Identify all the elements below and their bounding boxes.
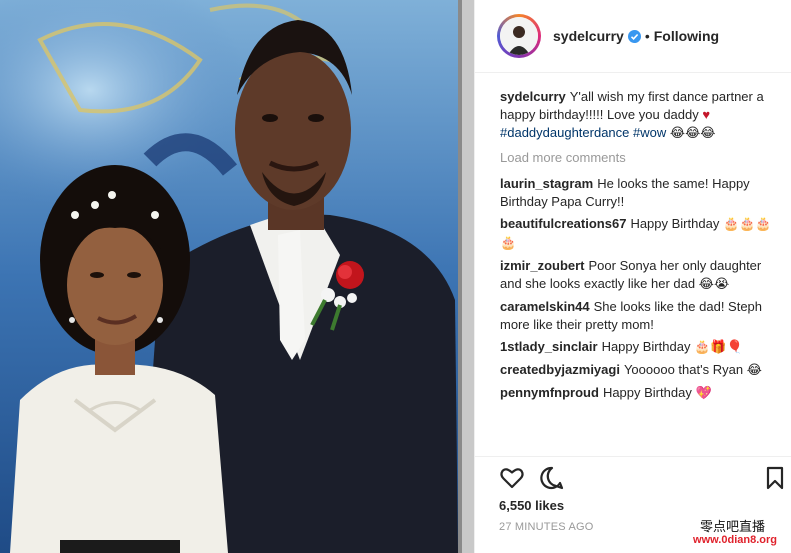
verified-badge-icon xyxy=(627,29,641,43)
caption-hashtags[interactable]: #daddydaughterdance #wow xyxy=(500,125,666,140)
comment-text: Happy Birthday xyxy=(601,339,691,354)
comment-text: Yoooooo that's Ryan xyxy=(623,362,744,377)
comment-emoji: 💖 xyxy=(695,386,712,401)
list-item: caramelskin44 She looks like the dad! Ste… xyxy=(500,298,778,334)
header-separator: • xyxy=(644,28,650,44)
caption: sydelcurry Y'all wish my first dance part… xyxy=(500,88,778,143)
comment-username[interactable]: 1stlady_sinclair xyxy=(500,339,598,354)
watermark-chinese-text: 零点吧直播 xyxy=(699,520,765,535)
following-button[interactable]: Following xyxy=(654,28,719,44)
post-side-panel: sydelcurry • Following sydelcurry Y'all w… xyxy=(474,0,791,553)
comment-username[interactable]: caramelskin44 xyxy=(500,299,590,314)
comment-emoji: 🎂🎁🎈 xyxy=(694,340,743,355)
post-header: sydelcurry • Following xyxy=(475,0,791,73)
list-item: beautifulcreations67 Happy Birthday 🎂🎂🎂🎂 xyxy=(500,215,778,253)
list-item: laurin_stagram He looks the same! Happy B… xyxy=(500,175,778,211)
caption-username[interactable]: sydelcurry xyxy=(500,89,566,104)
list-item: 1stlady_sinclair Happy Birthday 🎂🎁🎈 xyxy=(500,338,778,357)
post-photo-illustration xyxy=(0,0,474,553)
comment-username[interactable]: pennymfnproud xyxy=(500,385,599,400)
comment-username[interactable]: izmir_zoubert xyxy=(500,258,585,273)
comment-text: Happy Birthday xyxy=(630,216,720,231)
list-item: createdbyjazmiyagi Yoooooo that's Ryan 😂 xyxy=(500,361,778,380)
comment-emoji: 😂😭 xyxy=(698,277,730,292)
list-item: pennymfnproud Happy Birthday 💖 xyxy=(500,384,778,403)
comment-username[interactable]: beautifulcreations67 xyxy=(500,216,626,231)
heart-outline-icon[interactable] xyxy=(499,465,525,491)
comment-text: Happy Birthday xyxy=(602,385,692,400)
likes-count[interactable]: 6,550 likes xyxy=(499,498,564,513)
watermark-url: www.0dian8.org xyxy=(693,534,777,546)
bookmark-icon[interactable] xyxy=(762,465,788,491)
comments-list: sydelcurry Y'all wish my first dance part… xyxy=(500,88,778,407)
comment-emoji: 😂 xyxy=(746,363,762,378)
avatar-image xyxy=(500,17,538,55)
post-photo[interactable] xyxy=(0,0,474,553)
list-item: izmir_zoubert Poor Sonya her only daughte… xyxy=(500,257,778,294)
heart-emoji: ♥ xyxy=(702,107,711,122)
avatar[interactable] xyxy=(497,14,541,58)
header-username[interactable]: sydelcurry xyxy=(553,28,624,44)
comment-bubble-icon[interactable] xyxy=(539,465,565,491)
comment-username[interactable]: createdbyjazmiyagi xyxy=(500,362,620,377)
comment-username[interactable]: laurin_stagram xyxy=(500,176,593,191)
load-more-comments-link[interactable]: Load more comments xyxy=(500,149,778,167)
timestamp[interactable]: 27 MINUTES AGO xyxy=(499,521,594,533)
caption-emojis: 😂😂😂 xyxy=(669,126,716,141)
